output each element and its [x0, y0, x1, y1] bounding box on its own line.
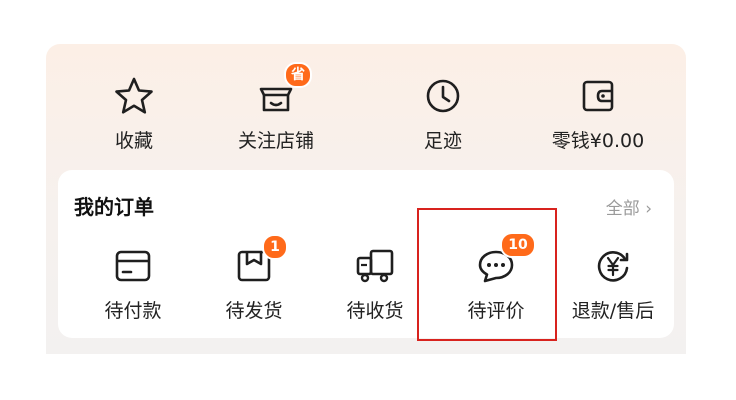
card-icon: [111, 246, 155, 286]
wallet-icon: [576, 74, 620, 118]
highlight-box: [417, 208, 557, 341]
truck-icon: [353, 246, 397, 286]
history-shortcut[interactable]: 足迹: [373, 74, 513, 153]
order-pending-receipt[interactable]: 待收货: [320, 246, 430, 323]
followed-stores-label: 关注店铺: [237, 130, 314, 152]
orders-title: 我的订单: [74, 195, 154, 219]
star-icon: [112, 74, 156, 118]
order-pending-payment[interactable]: 待付款: [78, 246, 188, 323]
order-pending-receipt-label: 待收货: [346, 300, 404, 322]
favorites-shortcut[interactable]: 收藏: [64, 74, 204, 153]
package-icon: 1: [232, 234, 288, 286]
balance-shortcut[interactable]: 零钱¥0.00: [528, 74, 668, 153]
order-refund-aftersale-label: 退款/售后: [571, 300, 655, 322]
balance-label: 零钱¥0.00: [551, 130, 645, 152]
history-label: 足迹: [423, 130, 462, 152]
save-badge: 省: [284, 62, 312, 88]
order-pending-shipment-label: 待发货: [225, 300, 283, 322]
favorites-label: 收藏: [114, 130, 153, 152]
store-icon: 省: [254, 62, 312, 118]
followed-stores-shortcut[interactable]: 省 关注店铺: [206, 62, 346, 153]
order-refund-aftersale[interactable]: 退款/售后: [558, 246, 668, 323]
order-pending-payment-label: 待付款: [104, 300, 162, 322]
clock-icon: [421, 74, 465, 118]
shipment-count-badge: 1: [262, 234, 288, 260]
order-pending-shipment[interactable]: 1 待发货: [199, 234, 309, 323]
view-all-orders-link[interactable]: 全部 ›: [606, 194, 652, 219]
refund-icon: [591, 246, 635, 286]
account-panel: 收藏 省 关注店铺 足迹 零钱¥0.00 我的订单 全部 › 待付款 1 待发货…: [46, 44, 686, 354]
my-orders-card: 我的订单 全部 › 待付款 1 待发货 待收货 10 待评价 退款/售后: [58, 170, 674, 338]
